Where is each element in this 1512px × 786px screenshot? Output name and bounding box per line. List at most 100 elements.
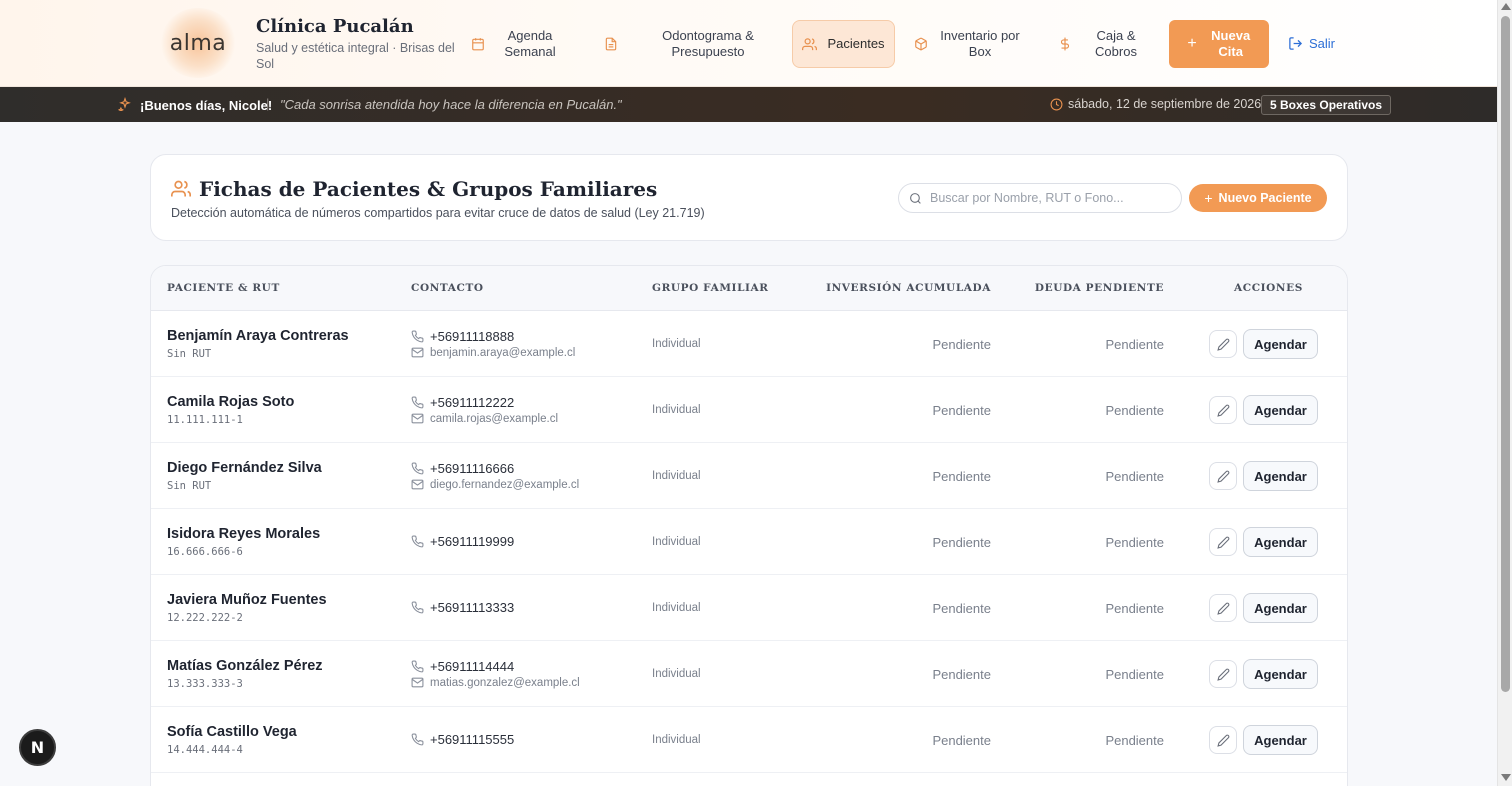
pending-debt: Pendiente [1105,469,1164,484]
mail-icon [411,346,424,359]
schedule-button[interactable]: Agendar [1243,725,1318,755]
phone-icon [411,462,424,475]
section-title-row: Fichas de Pacientes & Grupos Familiares [171,177,657,201]
edit-patient-button[interactable] [1209,528,1237,556]
family-group: Individual [652,668,701,680]
nav-agenda-semanal[interactable]: Agenda Semanal [458,20,578,68]
pencil-icon [1216,536,1229,549]
edit-patient-button[interactable] [1209,726,1237,754]
nav-label: Inventario por Box [940,28,1020,59]
phone-text: +56911115555 [430,732,515,747]
patients-table: PACIENTE & RUT CONTACTO GRUPO FAMILIAR I… [150,265,1348,786]
phone-text: +56911112222 [430,395,515,410]
plus-icon: + [1187,35,1197,52]
patient-phone: +56911116666 [411,461,514,476]
phone-icon [411,396,424,409]
pencil-icon [1216,668,1229,681]
phone-text: +56911116666 [430,461,515,476]
col-debt: DEUDA PENDIENTE [1034,282,1164,294]
family-group: Individual [652,602,701,614]
nav-odontograma[interactable]: Odontograma & Presupuesto [596,20,776,68]
mail-icon [411,478,424,491]
new-appointment-button[interactable]: + Nueva Cita [1169,20,1269,68]
logo-text: alma [169,30,227,56]
greeting: ¡Buenos días, Nicole! [117,96,272,114]
clinic-info: Clínica Pucalán Salud y estética integra… [256,16,456,72]
page-scrollbar[interactable] [1497,0,1512,786]
patient-phone: +56911119999 [411,534,514,549]
family-group: Individual [652,404,701,416]
patient-name: Diego Fernández Silva [167,460,322,476]
accumulated-investment: Pendiente [932,667,991,682]
nav-label: Odontograma & Presupuesto [662,28,754,59]
patient-rut: Sin RUT [167,348,212,360]
plus-icon: + [1204,190,1213,206]
edit-patient-button[interactable] [1209,660,1237,688]
family-group: Individual [652,536,701,548]
pencil-icon [1216,470,1229,483]
table-header: PACIENTE & RUT CONTACTO GRUPO FAMILIAR I… [151,266,1347,311]
clock-icon [1050,98,1063,110]
patient-phone: +56911115555 [411,732,514,747]
clinic-subtitle: Salud y estética integral · Brisas del S… [256,41,455,71]
phone-icon [411,733,424,746]
nav-label: Pacientes [827,36,885,51]
edit-patient-button[interactable] [1209,330,1237,358]
email-text: matias.gonzalez@example.cl [430,676,580,689]
patient-name: Matías González Pérez [167,658,323,674]
nav-inventario[interactable]: Inventario por Box [908,20,1028,68]
mail-icon [411,676,424,689]
accumulated-investment: Pendiente [932,601,991,616]
logout-button[interactable]: Salir [1288,32,1335,54]
schedule-button[interactable]: Agendar [1243,461,1318,491]
search-icon [910,192,921,204]
phone-icon [411,601,424,614]
schedule-button[interactable]: Agendar [1243,527,1318,557]
nav-caja-cobros[interactable]: Caja & Cobros [1050,20,1150,68]
boxes-status-badge: 5 Boxes Operativos [1261,95,1392,115]
schedule-button[interactable]: Agendar [1243,659,1318,689]
new-patient-button[interactable]: + Nuevo Paciente [1189,184,1327,212]
search-input[interactable] [930,191,1170,205]
phone-text: +56911113333 [430,600,515,615]
patient-rut: 16.666.666-6 [167,546,243,558]
dev-tools-badge[interactable]: N [19,729,56,766]
patient-email: camila.rojas@example.cl [411,412,558,425]
family-group: Individual [652,470,701,482]
edit-patient-button[interactable] [1209,462,1237,490]
users-icon [171,179,191,199]
patients-header-card: Fichas de Pacientes & Grupos Familiares … [150,154,1348,241]
scroll-up-arrow[interactable] [1501,3,1511,10]
patient-email: diego.fernandez@example.cl [411,478,579,491]
pending-debt: Pendiente [1105,667,1164,682]
table-row: Sofía Castillo Vega 14.444.444-4 +569111… [151,707,1347,773]
pending-debt: Pendiente [1105,733,1164,748]
clinic-name: Clínica Pucalán [256,16,414,37]
patient-phone: +56911112222 [411,395,514,410]
patient-phone: +56911113333 [411,600,514,615]
patient-phone: +56911118888 [411,329,514,344]
col-family: GRUPO FAMILIAR [652,282,769,294]
logout-icon [1289,36,1303,50]
patient-search[interactable] [898,183,1182,213]
schedule-button[interactable]: Agendar [1243,395,1318,425]
pencil-icon [1216,602,1229,615]
edit-patient-button[interactable] [1209,396,1237,424]
scrollbar-thumb[interactable] [1501,16,1510,692]
schedule-button[interactable]: Agendar [1243,593,1318,623]
scroll-down-arrow[interactable] [1501,774,1511,781]
new-patient-label: Nuevo Paciente [1218,191,1312,205]
clinic-logo[interactable]: alma [160,8,236,78]
phone-text: +56911119999 [430,534,515,549]
phone-text: +56911114444 [430,659,515,674]
col-investment: INVERSIÓN ACUMULADA [826,282,991,294]
edit-patient-button[interactable] [1209,594,1237,622]
nav-pacientes[interactable]: Pacientes [792,20,895,68]
patient-name: Sofía Castillo Vega [167,724,297,740]
page-title: Fichas de Pacientes & Grupos Familiares [199,177,658,201]
date-text: sábado, 12 de septiembre de 2026 [1068,97,1262,111]
patient-rut: 14.444.444-4 [167,744,243,756]
email-text: benjamin.araya@example.cl [430,346,576,359]
schedule-button[interactable]: Agendar [1243,329,1318,359]
box-icon [914,37,928,51]
